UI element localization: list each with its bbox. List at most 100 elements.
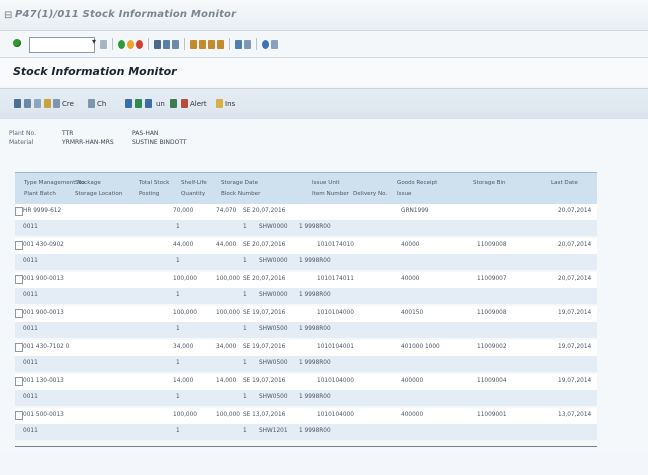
table-row[interactable]: 001 430-0902 44,000 44,000 SE 20,07,2016 101… <box>15 238 597 254</box>
table-cell: 100,000 <box>216 276 240 282</box>
table-row[interactable]: 0011 1 1 SHW1201 1 9998R00 <box>15 424 597 440</box>
select-all-icon <box>14 99 21 108</box>
table-cell: 400150 <box>401 310 424 316</box>
filter-button[interactable] <box>44 97 51 110</box>
table-cell: SE 20,07,2016 <box>243 276 286 282</box>
table-cell: SHW0000 <box>259 258 288 264</box>
table-cell: SE 13,07,2016 <box>243 412 286 418</box>
details-button[interactable] <box>34 97 41 110</box>
table-cell: 40000 <box>401 276 420 282</box>
cancel-icon[interactable] <box>136 39 143 49</box>
table-cell: 19,07,2014 <box>558 310 592 316</box>
table-cell: 1 <box>243 360 247 366</box>
alert-button[interactable]: Alert <box>181 97 207 110</box>
exit-icon[interactable] <box>127 39 134 49</box>
table-row[interactable]: 001 900-0013 100,000 100,000 SE 19,07,2016 1… <box>15 306 597 322</box>
summary-button[interactable] <box>170 97 177 110</box>
info-label: Ins <box>225 99 236 108</box>
table-cell: SHW0000 <box>259 292 288 298</box>
content-area: Plant No. TTR PAS-HAN Material YRMRR-HAN… <box>0 119 648 454</box>
table-cell: 100,000 <box>173 276 197 282</box>
row-select-checkbox[interactable] <box>15 309 23 318</box>
create-session-icon[interactable] <box>235 39 242 49</box>
find-next-icon[interactable] <box>172 39 179 49</box>
print-icon[interactable] <box>154 39 161 49</box>
table-row[interactable]: 0011 1 1 SHW0000 1 9998R00 <box>15 288 597 304</box>
layout-icon[interactable] <box>271 39 278 49</box>
table-cell: 0011 <box>23 394 38 400</box>
deselect-button[interactable] <box>24 97 31 110</box>
column-header: Issue <box>397 191 412 197</box>
table-cell: 0011 <box>23 428 38 434</box>
ok-icon[interactable] <box>13 39 21 47</box>
details-icon <box>34 99 41 108</box>
table-row[interactable]: 0011 1 1 SHW0500 1 9998R00 <box>15 322 597 338</box>
sort-button[interactable] <box>125 97 132 110</box>
table-cell: 100,000 <box>173 412 197 418</box>
export-icon <box>135 99 142 108</box>
table-row[interactable]: 001 900-0013 100,000 100,000 SE 20,07,2016 1… <box>15 272 597 288</box>
shortcut-icon[interactable] <box>244 39 251 49</box>
table-cell: 1 <box>176 428 180 434</box>
select-all-button[interactable] <box>14 97 21 110</box>
command-field[interactable] <box>29 37 95 53</box>
save-icon[interactable] <box>100 39 107 49</box>
change-button[interactable]: Ch <box>88 97 106 110</box>
back-icon[interactable] <box>118 39 125 49</box>
table-cell: 1010174011 <box>317 276 354 282</box>
table-cell: 40000 <box>401 242 420 248</box>
row-select-checkbox[interactable] <box>15 275 23 284</box>
row-select-checkbox[interactable] <box>15 377 23 386</box>
title-bar: ⊟ P47(1)/011 Stock Information Monitor <box>0 0 648 31</box>
table-row[interactable]: 001 500-0013 100,000 100,000 SE 13,07,2016 1… <box>15 408 597 424</box>
previous-page-icon[interactable] <box>199 39 206 49</box>
table-row[interactable]: HR 9999-612 70,000 74,070 SE 20,07,2016 GRN1… <box>15 204 597 220</box>
help-icon[interactable] <box>262 39 269 49</box>
table-cell: 11009002 <box>477 344 507 350</box>
last-page-icon[interactable] <box>217 39 224 49</box>
info-icon <box>216 99 223 108</box>
field-value-material-desc: SUSTINE BINDOTT <box>132 139 187 146</box>
table-cell: SE 20,07,2016 <box>243 208 286 214</box>
first-page-icon[interactable] <box>190 39 197 49</box>
row-select-checkbox[interactable] <box>15 343 23 352</box>
window-menu-icon[interactable]: ⊟ <box>4 10 12 21</box>
table-cell: 11009004 <box>477 378 507 384</box>
row-select-checkbox[interactable] <box>15 241 23 250</box>
row-select-checkbox[interactable] <box>15 411 23 420</box>
next-page-icon[interactable] <box>208 39 215 49</box>
table-row[interactable]: 001 130-0013 14,000 14,000 SE 19,07,2016 101… <box>15 374 597 390</box>
column-header: Storage Date <box>221 180 259 186</box>
summary-icon <box>170 99 177 108</box>
table-cell: 20,07,2014 <box>558 242 592 248</box>
table-cell: SHW0000 <box>259 224 288 230</box>
field-label-material: Material <box>9 139 34 146</box>
grid-button[interactable] <box>145 97 152 110</box>
find-icon[interactable] <box>163 39 170 49</box>
unit-button[interactable]: un <box>156 97 165 110</box>
create-button[interactable]: Cre <box>53 97 74 110</box>
table-cell: 11009008 <box>477 310 507 316</box>
change-icon <box>88 99 95 108</box>
table-row[interactable]: 0011 1 1 SHW0000 1 9998R00 <box>15 220 597 236</box>
table-row[interactable]: 0011 1 1 SHW0500 1 9998R00 <box>15 356 597 372</box>
column-header: Item Number <box>312 191 349 197</box>
export-button[interactable] <box>135 97 142 110</box>
table-cell: 100,000 <box>173 310 197 316</box>
table-cell: 1010104000 <box>317 310 354 316</box>
table-row[interactable]: 001 430-7102 0 34,000 34,000 SE 19,07,2016 1… <box>15 340 597 356</box>
window-title: P47(1)/011 Stock Information Monitor <box>15 9 237 20</box>
table-cell: GRN1999 <box>401 208 429 214</box>
info-button[interactable]: Ins <box>216 97 235 110</box>
table-row[interactable]: 0011 1 1 SHW0500 1 9998R00 <box>15 390 597 406</box>
system-toolbar: ▾ <box>0 31 648 58</box>
chevron-down-icon[interactable]: ▾ <box>92 37 96 46</box>
table-row[interactable]: 0011 1 1 SHW0000 1 9998R00 <box>15 254 597 270</box>
table-cell: 1010104000 <box>317 378 354 384</box>
table-cell: SHW0500 <box>259 394 288 400</box>
column-header: Storage Location <box>75 191 123 197</box>
field-label-plant: Plant No. <box>9 130 36 137</box>
table-cell: 74,070 <box>216 208 237 214</box>
row-select-checkbox[interactable] <box>15 207 23 216</box>
table-cell: 400000 <box>401 378 424 384</box>
